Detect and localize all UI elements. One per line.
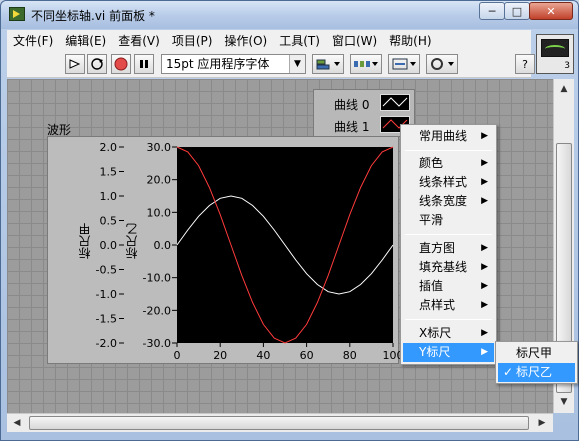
menu-item-label: X标尺 [419,326,452,340]
legend-row-plot-0[interactable]: 曲线 0 [318,93,412,113]
menu-item-label: 点样式 [419,298,456,312]
menu-item-y-scale[interactable]: Y标尺 ▶ [403,343,494,362]
submenu-arrow-icon: ▶ [481,262,488,272]
y2-tick-label: 20.0 [147,174,172,187]
submenu-item-label: 标尺乙 [516,365,553,379]
submenu-arrow-icon: ▶ [481,158,488,168]
menu-item-interpolation[interactable]: 插值 ▶ [403,277,494,296]
y2-tick-label: -20.0 [143,304,171,317]
menu-item-point-style[interactable]: 点样式 ▶ [403,296,494,315]
y1-tick-label: 0.0 [100,239,118,252]
y2-tick-label: 30.0 [147,141,172,154]
y2-tick-label: -30.0 [143,337,171,350]
menu-item-color[interactable]: 颜色 ▶ [403,154,494,173]
checkmark-icon: ✓ [503,365,514,379]
submenu-arrow-icon: ▶ [481,347,488,357]
plot-context-menu: 常用曲线 ▶ 颜色 ▶ 线条样式 ▶ 线条宽度 ▶ 平滑 直方图 ▶ 填充基线 ▶ 插值 ▶ … [400,124,497,365]
menu-item-histogram[interactable]: 直方图 ▶ [403,239,494,258]
menu-separator [405,150,492,151]
legend-label-plot-0: 曲线 0 [334,98,370,112]
legend-row-plot-1[interactable]: 曲线 1 [318,115,412,135]
menu-item-label: 直方图 [419,241,456,255]
x-tick-label: 80 [343,349,357,362]
y2-tick-label: -10.0 [143,272,171,285]
menu-separator [405,319,492,320]
submenu-arrow-icon: ▶ [481,177,488,187]
menu-item-fill-baseline[interactable]: 填充基线 ▶ [403,258,494,277]
menu-item-line-width[interactable]: 线条宽度 ▶ [403,192,494,211]
y1-tick-label: 1.0 [100,190,118,203]
x-tick-label: 20 [213,349,227,362]
x-tick-label: 0 [174,349,181,362]
menu-item-label: 平滑 [419,213,444,227]
menu-item-label: 常用曲线 [419,129,468,143]
menu-item-label: 线条样式 [419,175,468,189]
menu-item-label: Y标尺 [419,345,451,359]
y2-tick-label: 0.0 [154,239,172,252]
menu-item-line-style[interactable]: 线条样式 ▶ [403,173,494,192]
y1-tick-label: -1.5 [96,313,117,326]
menu-item-label: 颜色 [419,156,444,170]
submenu-arrow-icon: ▶ [481,328,488,338]
vi-front-panel-window: 不同坐标轴.vi 前面板 * ─ □ ✕ 文件(F) 编辑(E) 查看(V) 项… [0,0,579,441]
menu-item-label: 插值 [419,279,444,293]
legend-label-plot-1: 曲线 1 [334,120,370,134]
x-tick-label: 60 [300,349,314,362]
y1-tick-label: -2.0 [96,337,117,350]
y-scale-submenu: 标尺甲 ✓ 标尺乙 [495,341,578,384]
y1-tick-label: 2.0 [100,141,118,154]
submenu-arrow-icon: ▶ [481,131,488,141]
submenu-arrow-icon: ▶ [481,281,488,291]
submenu-item-label: 标尺甲 [516,346,553,360]
submenu-item-scale-b[interactable]: ✓ 标尺乙 [498,363,575,382]
x-tick-label: 40 [256,349,270,362]
submenu-item-scale-a[interactable]: 标尺甲 [498,344,575,363]
legend-swatch-plot-0[interactable] [380,94,410,111]
menu-item-x-scale[interactable]: X标尺 ▶ [403,324,494,343]
y1-tick-label: -0.5 [96,264,117,277]
submenu-arrow-icon: ▶ [481,300,488,310]
menu-item-label: 填充基线 [419,260,468,274]
menu-item-common-plots[interactable]: 常用曲线 ▶ [403,127,494,146]
menu-item-smooth[interactable]: 平滑 [403,211,494,230]
y1-tick-label: 1.5 [100,166,118,179]
menu-item-label: 线条宽度 [419,194,468,208]
submenu-arrow-icon: ▶ [481,196,488,206]
y1-tick-label: -1.0 [96,288,117,301]
submenu-arrow-icon: ▶ [481,243,488,253]
menu-separator [405,234,492,235]
y2-tick-label: 10.0 [147,206,172,219]
y1-tick-label: 0.5 [100,215,118,228]
